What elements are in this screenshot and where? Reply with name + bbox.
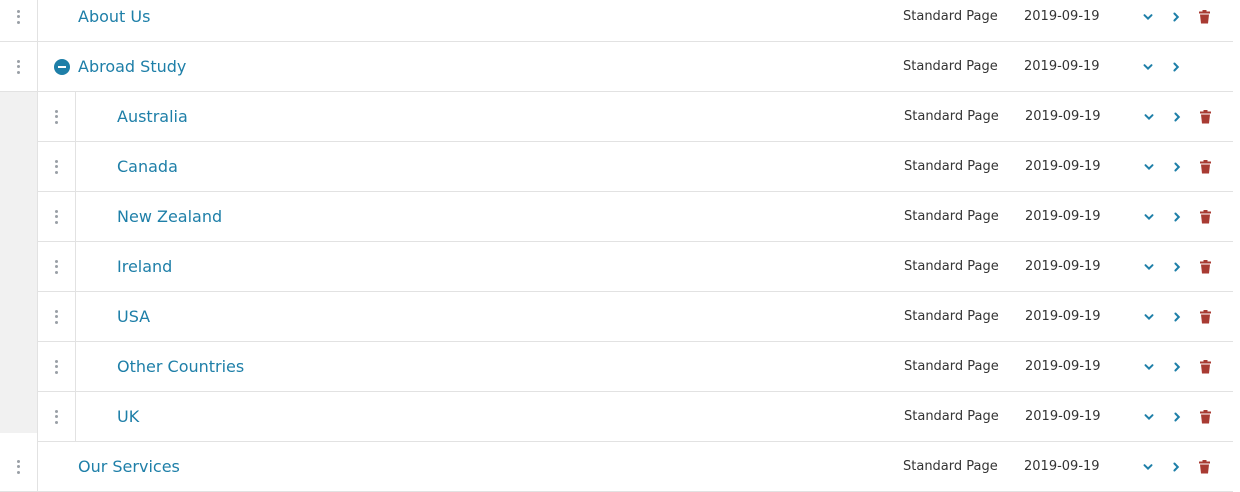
drag-handle[interactable]: [38, 92, 76, 141]
drag-handle[interactable]: [38, 242, 76, 291]
trash-icon[interactable]: [1196, 9, 1212, 25]
chevron-down-icon[interactable]: [1141, 309, 1157, 325]
page-title-link[interactable]: Our Services: [78, 442, 180, 491]
chevron-down-icon[interactable]: [1140, 9, 1156, 25]
chevron-right-icon[interactable]: [1169, 409, 1185, 425]
page-type: Standard Page: [904, 409, 999, 424]
minus-circle-icon[interactable]: [54, 58, 70, 75]
page-title-link[interactable]: Abroad Study: [78, 42, 186, 91]
page-tree: About Us Standard Page 2019-09-19 Abroad St…: [0, 0, 1233, 492]
page-row: Our Services Standard Page 2019-09-19: [0, 442, 1233, 492]
child-page-row: Canada Standard Page 2019-09-19: [37, 142, 1233, 192]
trash-icon[interactable]: [1197, 309, 1213, 325]
page-date: 2019-09-19: [1024, 59, 1100, 74]
page-type: Standard Page: [904, 209, 999, 224]
chevron-right-icon[interactable]: [1169, 109, 1185, 125]
chevron-right-icon[interactable]: [1169, 309, 1185, 325]
page-date: 2019-09-19: [1024, 9, 1100, 24]
drag-handle[interactable]: [38, 392, 76, 441]
page-type: Standard Page: [903, 459, 998, 474]
chevron-right-icon[interactable]: [1168, 459, 1184, 475]
page-type: Standard Page: [904, 359, 999, 374]
page-date: 2019-09-19: [1025, 159, 1101, 174]
child-page-row: Ireland Standard Page 2019-09-19: [37, 242, 1233, 292]
chevron-down-icon[interactable]: [1141, 259, 1157, 275]
chevron-down-icon[interactable]: [1141, 209, 1157, 225]
trash-icon[interactable]: [1197, 259, 1213, 275]
drag-handle-icon: [55, 109, 59, 124]
drag-handle-icon: [55, 359, 59, 374]
child-page-row: Australia Standard Page 2019-09-19: [37, 92, 1233, 142]
page-title-link[interactable]: Canada: [117, 142, 178, 191]
drag-handle-icon: [17, 59, 21, 74]
drag-handle-icon: [55, 309, 59, 324]
page-type: Standard Page: [904, 109, 999, 124]
drag-handle[interactable]: [0, 442, 38, 491]
drag-handle-icon: [55, 259, 59, 274]
page-title-link[interactable]: USA: [117, 292, 150, 341]
page-date: 2019-09-19: [1025, 209, 1101, 224]
chevron-down-icon[interactable]: [1141, 109, 1157, 125]
trash-icon[interactable]: [1197, 359, 1213, 375]
chevron-down-icon[interactable]: [1140, 459, 1156, 475]
chevron-down-icon[interactable]: [1141, 159, 1157, 175]
page-type: Standard Page: [904, 259, 999, 274]
child-page-row: New Zealand Standard Page 2019-09-19: [37, 192, 1233, 242]
page-title-link[interactable]: Australia: [117, 92, 188, 141]
child-page-row: USA Standard Page 2019-09-19: [37, 292, 1233, 342]
drag-handle[interactable]: [38, 142, 76, 191]
drag-handle[interactable]: [38, 342, 76, 391]
chevron-down-icon[interactable]: [1140, 59, 1156, 75]
page-type: Standard Page: [903, 9, 998, 24]
trash-icon[interactable]: [1197, 209, 1213, 225]
chevron-right-icon[interactable]: [1169, 259, 1185, 275]
child-page-row: UK Standard Page 2019-09-19: [37, 392, 1233, 442]
page-date: 2019-09-19: [1024, 459, 1100, 474]
page-title-link[interactable]: New Zealand: [117, 192, 222, 241]
trash-icon[interactable]: [1196, 459, 1212, 475]
drag-handle-icon: [17, 459, 21, 474]
page-type: Standard Page: [903, 59, 998, 74]
drag-handle-icon: [55, 409, 59, 424]
page-title-link[interactable]: UK: [117, 392, 139, 441]
drag-handle[interactable]: [38, 292, 76, 341]
drag-handle[interactable]: [0, 0, 38, 41]
drag-handle[interactable]: [38, 192, 76, 241]
page-row: Abroad Study Standard Page 2019-09-19: [0, 42, 1233, 92]
drag-handle[interactable]: [0, 42, 38, 91]
page-date: 2019-09-19: [1025, 409, 1101, 424]
page-title-link[interactable]: Other Countries: [117, 342, 244, 391]
page-type: Standard Page: [904, 159, 999, 174]
chevron-right-icon[interactable]: [1168, 9, 1184, 25]
chevron-down-icon[interactable]: [1141, 409, 1157, 425]
page-type: Standard Page: [904, 309, 999, 324]
page-row: About Us Standard Page 2019-09-19: [0, 0, 1233, 42]
chevron-right-icon[interactable]: [1169, 359, 1185, 375]
chevron-right-icon[interactable]: [1168, 59, 1184, 75]
chevron-right-icon[interactable]: [1169, 159, 1185, 175]
drag-handle-icon: [55, 209, 59, 224]
drag-handle-icon: [55, 159, 59, 174]
trash-icon[interactable]: [1197, 159, 1213, 175]
chevron-right-icon[interactable]: [1169, 209, 1185, 225]
child-page-row: Other Countries Standard Page 2019-09-19: [37, 342, 1233, 392]
page-date: 2019-09-19: [1025, 359, 1101, 374]
page-title-link[interactable]: About Us: [78, 0, 150, 41]
drag-handle-icon: [17, 9, 21, 24]
page-date: 2019-09-19: [1025, 309, 1101, 324]
page-date: 2019-09-19: [1025, 109, 1101, 124]
page-title-link[interactable]: Ireland: [117, 242, 172, 291]
trash-icon[interactable]: [1197, 109, 1213, 125]
page-date: 2019-09-19: [1025, 259, 1101, 274]
trash-icon[interactable]: [1197, 409, 1213, 425]
chevron-down-icon[interactable]: [1141, 359, 1157, 375]
